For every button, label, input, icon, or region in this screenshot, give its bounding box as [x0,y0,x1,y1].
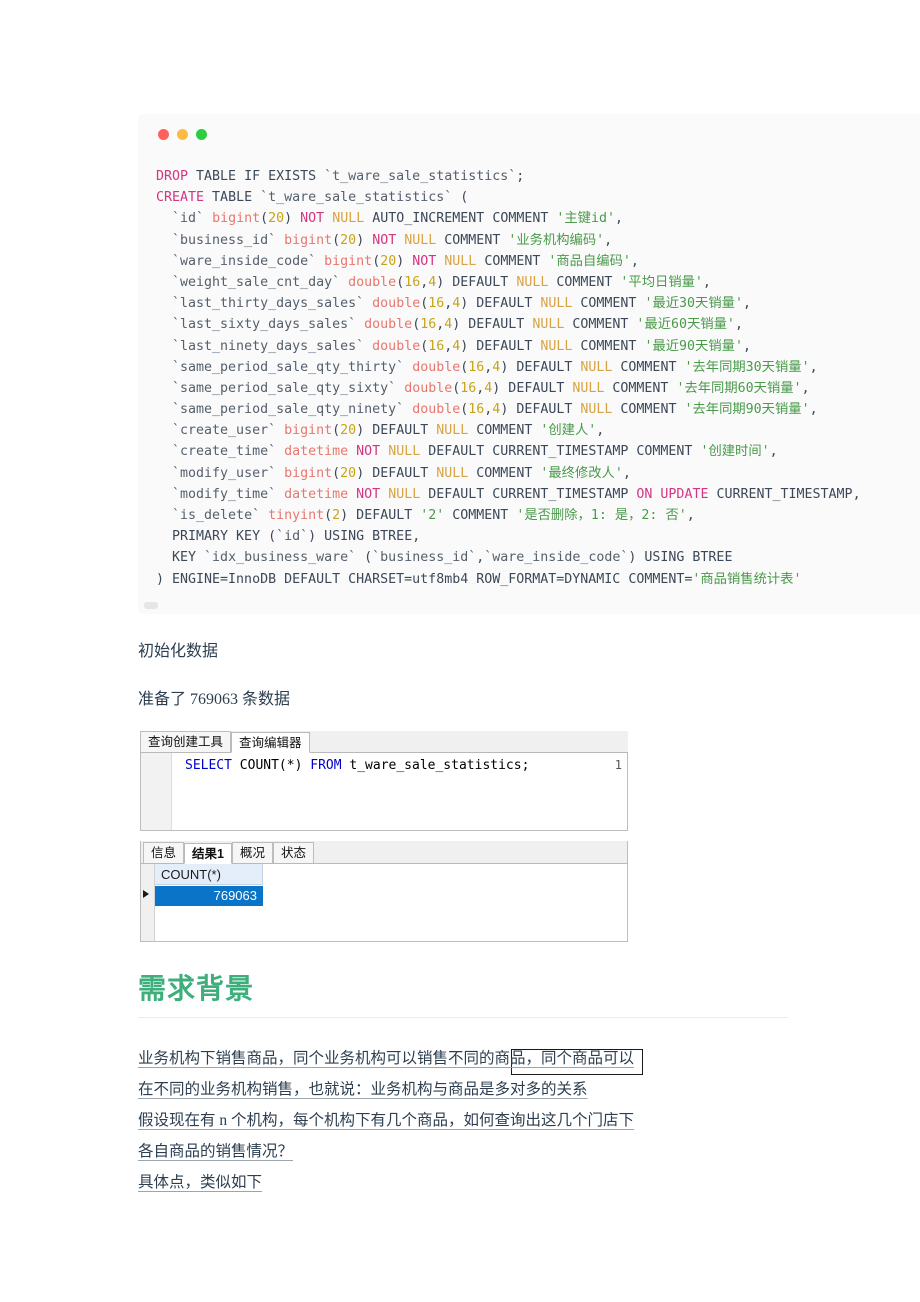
code-line: CREATE TABLE `t_ware_sale_statistics` ( [156,190,469,206]
query-tab-0[interactable]: 查询创建工具 [140,731,232,752]
code-line: `last_thirty_days_sales` double(16,4) DE… [172,296,751,312]
code-line: KEY `idx_business_ware` (`business_id`,`… [156,550,733,566]
navicat-query-panel: 查询创建工具 查询编辑器 1 SELECT COUNT(*) FROM t_war… [140,731,643,1075]
grid-column-header-count[interactable]: COUNT(*) [155,864,263,885]
code-line: `ware_inside_code` bigint(20) NOT NULL C… [172,253,639,269]
body-line: 具体点，类似如下 [138,1174,263,1191]
code-line: `business_id` bigint(20) NOT NULL COMMEN… [172,232,613,248]
editor-gutter [141,753,172,830]
query-tabstrip: 查询创建工具 查询编辑器 [140,731,628,753]
line-number: 1 [614,758,622,772]
code-line: `modify_user` bigint(20) DEFAULT NULL CO… [172,465,631,481]
result-tab-1[interactable]: 结果1 [184,843,232,864]
code-horizontal-scrollbar[interactable] [144,602,158,609]
body-line: 在不同的业务机构销售，也就说：业务机构与商品是多对多的关系 [138,1081,588,1098]
code-line: `weight_sale_cnt_day` double(16,4) DEFAU… [172,274,711,290]
current-row-arrow-icon [143,890,149,898]
result-tabstrip: 信息 结果1 概况 状态 [140,841,628,864]
close-red-icon [158,129,169,140]
query-tab-1[interactable]: 查询编辑器 [231,732,310,753]
body-line: 假设现在有 n 个机构，每个机构下有几个商品，如何查询出这几个门店下 [138,1112,635,1129]
code-line: `same_period_sale_qty_sixty` double(16,4… [172,380,810,396]
section-body-text: 业务机构下销售商品，同个业务机构可以销售不同的商品，同个商品可以 在不同的业务机构… [138,1043,778,1198]
maximize-green-icon [196,129,207,140]
sql-editor[interactable]: 1 SELECT COUNT(*) FROM t_ware_sale_stati… [140,753,628,831]
code-line: `last_sixty_days_sales` double(16,4) DEF… [172,317,743,333]
result-tab-0[interactable]: 信息 [143,842,185,863]
paragraph-row-count: 准备了 769063 条数据 [138,691,291,708]
code-line: `is_delete` tinyint(2) DEFAULT '2' COMME… [172,508,695,523]
code-line: ) ENGINE=InnoDB DEFAULT CHARSET=utf8mb4 … [156,571,802,587]
code-line: PRIMARY KEY (`id`) USING BTREE, [156,529,421,545]
sql-statement-line[interactable]: SELECT COUNT(*) FROM t_ware_sale_statist… [185,758,529,773]
result-grid[interactable]: COUNT(*) 769063 [140,864,643,1075]
page-section-heading: 需求背景 [138,974,255,1005]
code-line: `create_user` bigint(20) DEFAULT NULL CO… [172,423,605,439]
window-traffic-lights [158,129,207,140]
sql-code-block: DROP TABLE IF EXISTS `t_ware_sale_statis… [138,114,920,614]
result-tab-3[interactable]: 状态 [272,842,314,863]
code-line: `same_period_sale_qty_ninety` double(16,… [172,402,818,418]
body-line: 业务机构下销售商品，同个业务机构可以销售不同的商品，同个商品可以 [138,1050,635,1067]
code-line: `id` bigint(20) NOT NULL AUTO_INCREMENT … [172,211,624,227]
code-line: `create_time` datetime NOT NULL DEFAULT … [172,444,778,460]
grid-row-header-column [141,864,155,941]
heading-divider [138,1017,788,1018]
minimize-yellow-icon [177,129,188,140]
code-content: DROP TABLE IF EXISTS `t_ware_sale_statis… [138,166,920,590]
code-line: `same_period_sale_qty_thirty` double(16,… [172,359,818,375]
body-line: 各自商品的销售情况？ [138,1143,294,1160]
code-line: `modify_time` datetime NOT NULL DEFAULT … [172,486,861,502]
code-line: DROP TABLE IF EXISTS `t_ware_sale_statis… [156,169,525,184]
grid-cell-count-value[interactable]: 769063 [155,886,263,906]
paragraph-init-data: 初始化数据 [138,643,219,660]
code-line: `last_ninety_days_sales` double(16,4) DE… [172,338,751,354]
result-tab-2[interactable]: 概况 [231,842,273,863]
